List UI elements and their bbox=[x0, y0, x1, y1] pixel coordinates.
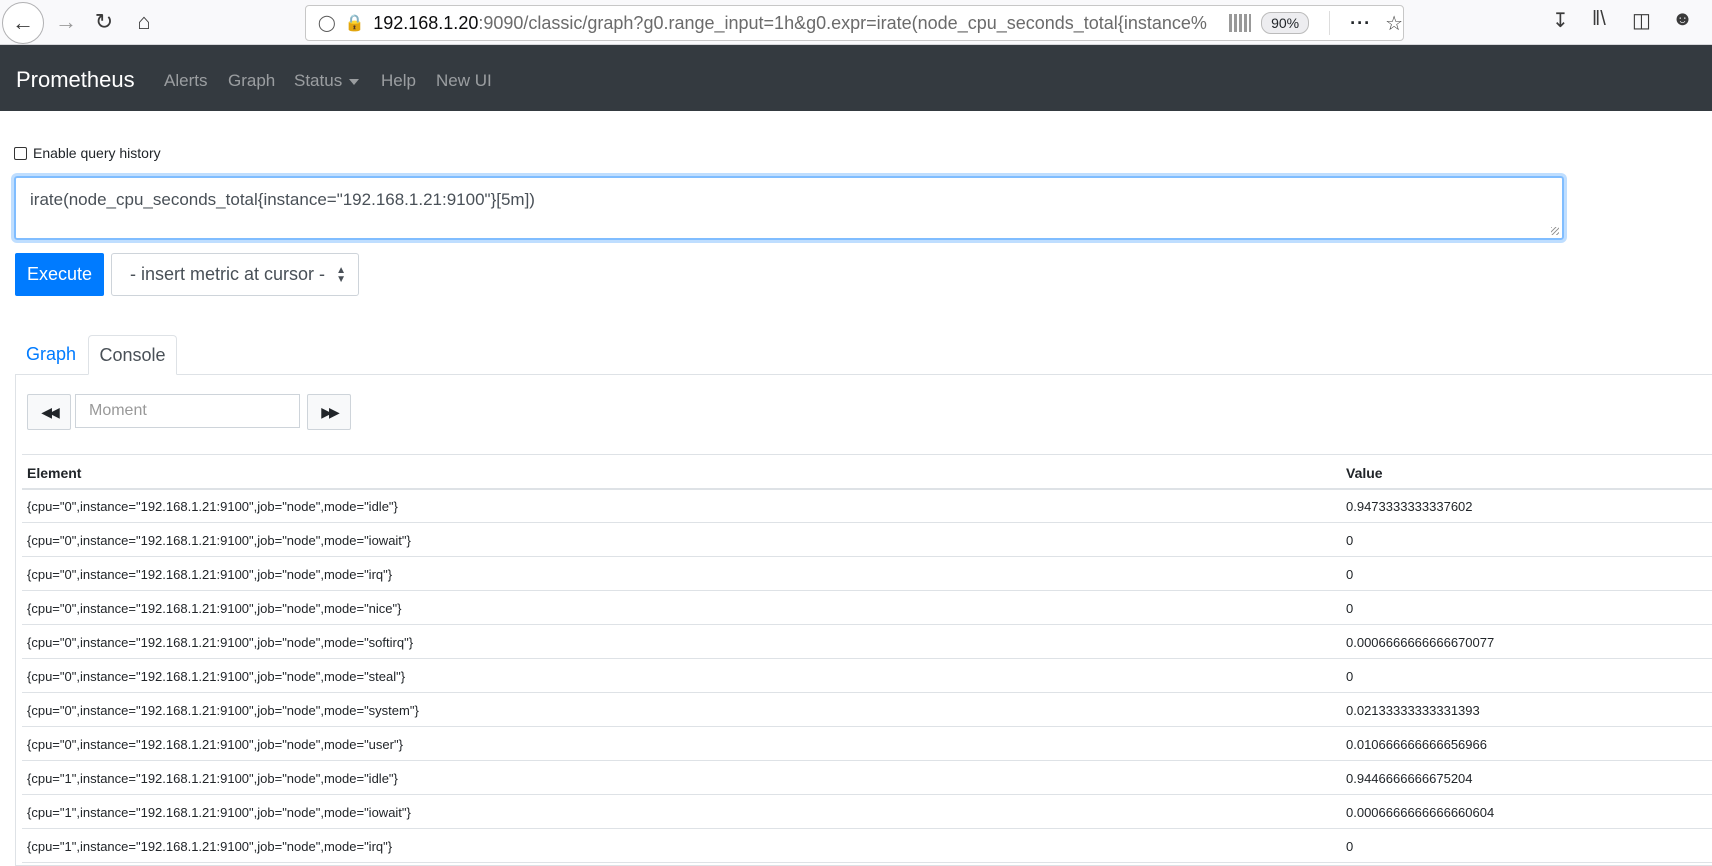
row-value: 0 bbox=[1346, 601, 1354, 616]
url-bar[interactable]: ◯ 🔒 192.168.1.20:9090/classic/graph?g0.r… bbox=[305, 5, 1404, 41]
sidebar-icon[interactable]: ◫ bbox=[1632, 8, 1651, 33]
nav-help[interactable]: Help bbox=[381, 71, 416, 91]
results-table: {cpu="0",instance="192.168.1.21:9100",jo… bbox=[22, 489, 1712, 863]
row-value: 0 bbox=[1346, 669, 1354, 684]
row-value: 0.0006666666666670077 bbox=[1346, 635, 1495, 650]
row-element: {cpu="1",instance="192.168.1.21:9100",jo… bbox=[27, 771, 398, 786]
row-value: 0 bbox=[1346, 567, 1354, 582]
zoom-level[interactable]: 90% bbox=[1261, 12, 1310, 34]
row-element: {cpu="0",instance="192.168.1.21:9100",jo… bbox=[27, 669, 406, 684]
navbar: Prometheus Alerts Graph Status Help New … bbox=[0, 45, 1712, 111]
more-actions-icon[interactable]: ··· bbox=[1350, 13, 1371, 34]
table-row: {cpu="0",instance="192.168.1.21:9100",jo… bbox=[22, 489, 1712, 523]
moment-back-button[interactable]: ◀◀ bbox=[27, 394, 71, 430]
arrow-right-icon: → bbox=[55, 9, 77, 34]
table-row: {cpu="1",instance="192.168.1.21:9100",jo… bbox=[22, 761, 1712, 795]
insert-metric-label: - insert metric at cursor - bbox=[130, 264, 326, 284]
resize-handle-icon[interactable] bbox=[1551, 227, 1559, 235]
row-element: {cpu="0",instance="192.168.1.21:9100",jo… bbox=[27, 635, 414, 650]
brand-logo[interactable]: Prometheus bbox=[16, 67, 135, 93]
chevron-down-icon bbox=[349, 78, 360, 85]
table-row: {cpu="0",instance="192.168.1.21:9100",jo… bbox=[22, 625, 1712, 659]
qr-code-icon[interactable] bbox=[1229, 14, 1252, 32]
home-icon: ⌂ bbox=[137, 9, 151, 34]
row-value: 0 bbox=[1346, 839, 1354, 854]
row-value: 0.02133333333331393 bbox=[1346, 703, 1480, 718]
bookmark-star-icon[interactable]: ☆ bbox=[1385, 11, 1403, 36]
table-row: {cpu="0",instance="192.168.1.21:9100",jo… bbox=[22, 693, 1712, 727]
expression-text: irate(node_cpu_seconds_total{instance="1… bbox=[30, 190, 535, 209]
url-path: :9090/classic/graph?g0.range_input=1h&g0… bbox=[478, 12, 1207, 33]
shield-icon[interactable]: ◯ bbox=[312, 13, 342, 33]
url-text[interactable]: 192.168.1.20:9090/classic/graph?g0.range… bbox=[373, 13, 1221, 34]
column-element: Element bbox=[27, 465, 82, 481]
row-element: {cpu="0",instance="192.168.1.21:9100",jo… bbox=[27, 601, 402, 616]
execute-button[interactable]: Execute bbox=[15, 253, 104, 296]
arrow-left-icon: ← bbox=[12, 10, 34, 35]
row-element: {cpu="0",instance="192.168.1.21:9100",jo… bbox=[27, 737, 403, 752]
row-value: 0.010666666666656966 bbox=[1346, 737, 1487, 752]
nav-status-label: Status bbox=[294, 71, 343, 90]
nav-graph[interactable]: Graph bbox=[228, 71, 275, 91]
table-row: {cpu="0",instance="192.168.1.21:9100",jo… bbox=[22, 523, 1712, 557]
forward-button[interactable]: → bbox=[46, 0, 86, 44]
back-button[interactable]: ← bbox=[2, 2, 44, 44]
reload-button[interactable]: ↻ bbox=[84, 0, 124, 44]
table-header: Element Value bbox=[22, 454, 1712, 490]
expression-input[interactable]: irate(node_cpu_seconds_total{instance="1… bbox=[14, 176, 1564, 240]
table-row: {cpu="0",instance="192.168.1.21:9100",jo… bbox=[22, 659, 1712, 693]
checkbox[interactable] bbox=[14, 146, 27, 160]
row-value: 0 bbox=[1346, 533, 1354, 548]
insecure-lock-icon[interactable]: 🔒 bbox=[342, 13, 368, 33]
tab-console[interactable]: Console bbox=[88, 335, 177, 375]
reload-icon: ↻ bbox=[94, 9, 114, 34]
table-row: {cpu="0",instance="192.168.1.21:9100",jo… bbox=[22, 591, 1712, 625]
insert-metric-select[interactable]: - insert metric at cursor - ▲ ▼ bbox=[111, 253, 359, 296]
downloads-icon[interactable]: ↧ bbox=[1552, 8, 1569, 33]
moment-forward-button[interactable]: ▶▶ bbox=[307, 394, 351, 430]
row-value: 0.0006666666666660604 bbox=[1346, 805, 1495, 820]
moment-input[interactable]: Moment bbox=[75, 394, 300, 428]
row-element: {cpu="0",instance="192.168.1.21:9100",jo… bbox=[27, 703, 419, 718]
url-host: 192.168.1.20 bbox=[373, 12, 479, 33]
account-icon[interactable]: ☻ bbox=[1672, 8, 1693, 31]
fast-forward-icon: ▶▶ bbox=[321, 403, 339, 420]
row-value: 0.9473333333337602 bbox=[1346, 499, 1473, 514]
query-history-toggle[interactable]: Enable query history bbox=[14, 145, 161, 161]
table-row: {cpu="0",instance="192.168.1.21:9100",jo… bbox=[22, 557, 1712, 591]
select-arrows-icon: ▲ ▼ bbox=[336, 265, 346, 285]
row-element: {cpu="0",instance="192.168.1.21:9100",jo… bbox=[27, 533, 411, 548]
nav-new-ui[interactable]: New UI bbox=[436, 71, 492, 91]
row-element: {cpu="1",instance="192.168.1.21:9100",jo… bbox=[27, 839, 393, 854]
browser-toolbar: ← → ↻ ⌂ ◯ 🔒 192.168.1.20:9090/classic/gr… bbox=[0, 0, 1712, 45]
table-row: {cpu="0",instance="192.168.1.21:9100",jo… bbox=[22, 727, 1712, 761]
nav-status[interactable]: Status bbox=[294, 71, 360, 91]
row-element: {cpu="1",instance="192.168.1.21:9100",jo… bbox=[27, 805, 411, 820]
table-row: {cpu="1",instance="192.168.1.21:9100",jo… bbox=[22, 795, 1712, 829]
nav-alerts[interactable]: Alerts bbox=[164, 71, 207, 91]
row-element: {cpu="0",instance="192.168.1.21:9100",jo… bbox=[27, 499, 398, 514]
row-value: 0.9446666666675204 bbox=[1346, 771, 1473, 786]
row-element: {cpu="0",instance="192.168.1.21:9100",jo… bbox=[27, 567, 393, 582]
library-icon[interactable]: ‖\ bbox=[1592, 8, 1606, 31]
query-history-label: Enable query history bbox=[33, 145, 161, 161]
separator bbox=[1329, 11, 1331, 35]
home-button[interactable]: ⌂ bbox=[124, 0, 164, 44]
fast-backward-icon: ◀◀ bbox=[41, 403, 59, 420]
table-row: {cpu="1",instance="192.168.1.21:9100",jo… bbox=[22, 829, 1712, 863]
tab-graph[interactable]: Graph bbox=[15, 335, 87, 373]
column-value: Value bbox=[1346, 465, 1383, 481]
